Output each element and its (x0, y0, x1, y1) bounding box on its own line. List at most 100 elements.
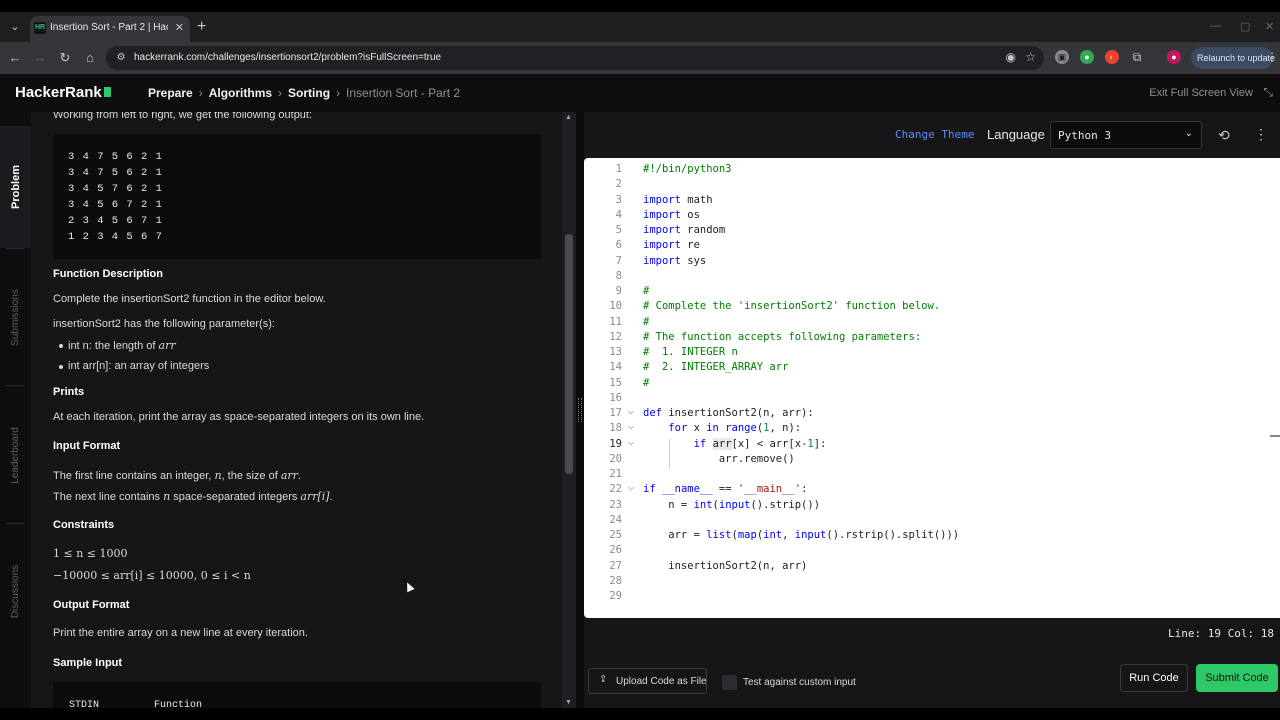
sample-stdin-label: STDIN (69, 700, 100, 708)
site-info-icon[interactable]: ⚙ (114, 51, 128, 65)
code-line: # (643, 377, 650, 389)
code-line: import re (643, 239, 700, 251)
close-window-icon[interactable]: ✕ (1265, 20, 1274, 33)
breadcrumb-prepare[interactable]: Prepare (148, 86, 193, 100)
language-select[interactable]: Python 3 ⌄ (1050, 121, 1202, 149)
new-tab-icon[interactable]: + (197, 18, 206, 36)
history-icon[interactable]: ⟲ (1218, 127, 1230, 144)
output-line: 2 3 4 5 6 7 1 (68, 215, 163, 227)
camera-extension-icon[interactable]: ▣ (1055, 50, 1069, 64)
constraints-heading: Constraints (53, 519, 115, 531)
code-line: for x in range(1, n): (668, 422, 802, 434)
tab-problem[interactable]: Problem (0, 126, 31, 248)
bookmark-star-icon[interactable]: ☆ (1025, 50, 1036, 64)
code-line: #!/bin/python3 (643, 163, 732, 175)
code-line: # 2. INTEGER_ARRAY arr (643, 361, 789, 373)
color-extension-icon[interactable]: ◐ (1105, 50, 1119, 64)
custom-input-label[interactable]: Test against custom input (743, 677, 856, 688)
param-n: int n: the length of arr (68, 339, 176, 352)
chevron-right-icon: › (336, 86, 341, 100)
code-line: if arr[x] < arr[x-1]: (693, 438, 827, 450)
address-bar[interactable]: ⚙ hackerrank.com/challenges/insertionsor… (106, 46, 1044, 70)
submit-code-button[interactable]: Submit Code (1196, 664, 1278, 692)
breadcrumb: Prepare › Algorithms › Sorting › Insertion Sor… (148, 86, 460, 100)
collapse-icon[interactable]: ⤡ (1263, 85, 1273, 100)
change-theme-link[interactable]: Change Theme (895, 128, 974, 141)
code-line: if __name__ == '__main__': (643, 483, 808, 495)
sample-input-heading: Sample Input (53, 657, 123, 669)
upload-code-button[interactable]: ⇪ Upload Code as File (588, 668, 707, 694)
home-icon[interactable]: ⌂ (80, 48, 100, 68)
code-line: import math (643, 194, 713, 206)
tab-submissions[interactable]: Submissions (0, 252, 31, 382)
fold-chevron-icon[interactable]: ⌵ (628, 483, 634, 493)
bottom-letterbox (0, 708, 1280, 720)
eye-icon[interactable]: ◉ (1006, 50, 1016, 64)
breadcrumb-current: Insertion Sort - Part 2 (346, 86, 461, 100)
tab-discussions[interactable]: Discussions (0, 526, 31, 656)
scroll-up-icon[interactable]: ▲ (565, 114, 572, 121)
chevron-down-icon: ⌄ (1184, 128, 1193, 139)
relaunch-button[interactable]: Relaunch to update (1191, 47, 1275, 69)
sample-function-label: Function (154, 700, 203, 708)
code-line: import sys (643, 255, 707, 267)
output-format-text: Print the entire array on a new line at … (53, 627, 308, 639)
param-arr: int arr[n]: an array of integers (68, 360, 210, 372)
output-format-heading: Output Format (53, 599, 130, 611)
output-line: 3 4 7 5 6 2 1 (68, 167, 163, 179)
browser-tab[interactable]: HR Insertion Sort - Part 2 | HackerR ✕ (30, 16, 190, 42)
intro-text: Working from left to right, we get the f… (53, 112, 313, 121)
profile-avatar[interactable]: ● (1167, 50, 1181, 64)
browser-menu-icon[interactable]: ⋮ (1266, 50, 1278, 64)
upload-icon: ⇪ (599, 674, 608, 685)
code-line: # (643, 316, 650, 328)
extensions-puzzle-icon[interactable]: ⧉ (1130, 50, 1144, 64)
chevron-right-icon: › (278, 86, 283, 100)
code-line: import os (643, 209, 700, 221)
input-format-heading: Input Format (53, 440, 121, 452)
close-tab-icon[interactable]: ✕ (175, 21, 184, 34)
fold-chevron-icon[interactable]: ⌵ (628, 407, 634, 417)
green-extension-icon[interactable]: ● (1080, 50, 1094, 64)
tab-leaderboard[interactable]: Leaderboard (0, 388, 31, 522)
code-line: def insertionSort2(n, arr): (643, 407, 814, 419)
code-editor[interactable]: 1 #!/bin/python3 2 3 import math 4 import o… (584, 158, 1280, 618)
browser-toolbar: ← → ↻ ⌂ ⚙ hackerrank.com/challenges/inse… (0, 42, 1280, 74)
code-line: # 1. INTEGER n (643, 346, 738, 358)
tab-search-icon[interactable]: ⌄ (6, 18, 24, 36)
code-line: arr = list(map(int, input().rstrip().spl… (643, 529, 960, 541)
url-text[interactable]: hackerrank.com/challenges/insertionsort2… (134, 52, 441, 63)
breadcrumb-algorithms[interactable]: Algorithms (209, 86, 272, 100)
input-format-line-2: The next line contains n space-separated… (53, 490, 333, 503)
breadcrumb-sorting[interactable]: Sorting (288, 86, 330, 100)
browser-tab-bar: ⌄ HR Insertion Sort - Part 2 | HackerR ✕… (0, 0, 1280, 42)
fold-chevron-icon[interactable]: ⌵ (628, 422, 634, 432)
problem-description: Working from left to right, we get the f… (31, 112, 562, 708)
output-line: 3 4 5 7 6 2 1 (68, 183, 163, 195)
language-label: Language (987, 127, 1045, 142)
constraint-1: 1 ≤ n ≤ 1000 (53, 547, 128, 560)
run-code-button[interactable]: Run Code (1120, 664, 1188, 692)
input-format-line-1: The first line contains an integer, n, t… (53, 469, 301, 482)
scroll-down-icon[interactable]: ▼ (565, 699, 572, 706)
drag-handle-icon[interactable] (578, 398, 582, 422)
panel-splitter[interactable] (576, 112, 584, 708)
more-options-icon[interactable]: ⋮ (1254, 126, 1268, 143)
hackerrank-logo[interactable]: HackerRank (15, 84, 111, 101)
tab-title: Insertion Sort - Part 2 | HackerR (50, 22, 168, 33)
scroll-thumb[interactable] (565, 234, 573, 474)
function-description-heading: Function Description (53, 268, 163, 280)
reload-icon[interactable]: ↻ (55, 48, 75, 68)
minimize-icon[interactable]: — (1210, 20, 1221, 32)
cursor-position-status: Line: 19 Col: 18 (1168, 627, 1274, 640)
back-icon[interactable]: ← (5, 48, 25, 68)
prints-text: At each iteration, print the array as sp… (53, 411, 425, 423)
maximize-icon[interactable]: ▢ (1240, 20, 1250, 33)
hackerrank-header: HackerRank Prepare › Algorithms › Sorting › In… (0, 74, 1280, 112)
problem-scrollbar[interactable]: ▲ ▼ (562, 112, 576, 708)
fold-chevron-icon[interactable]: ⌵ (628, 438, 634, 448)
chevron-right-icon: › (198, 86, 203, 100)
forward-icon[interactable]: → (30, 48, 50, 68)
custom-input-checkbox[interactable] (722, 675, 737, 690)
exit-fullscreen-link[interactable]: Exit Full Screen View (1149, 87, 1253, 99)
